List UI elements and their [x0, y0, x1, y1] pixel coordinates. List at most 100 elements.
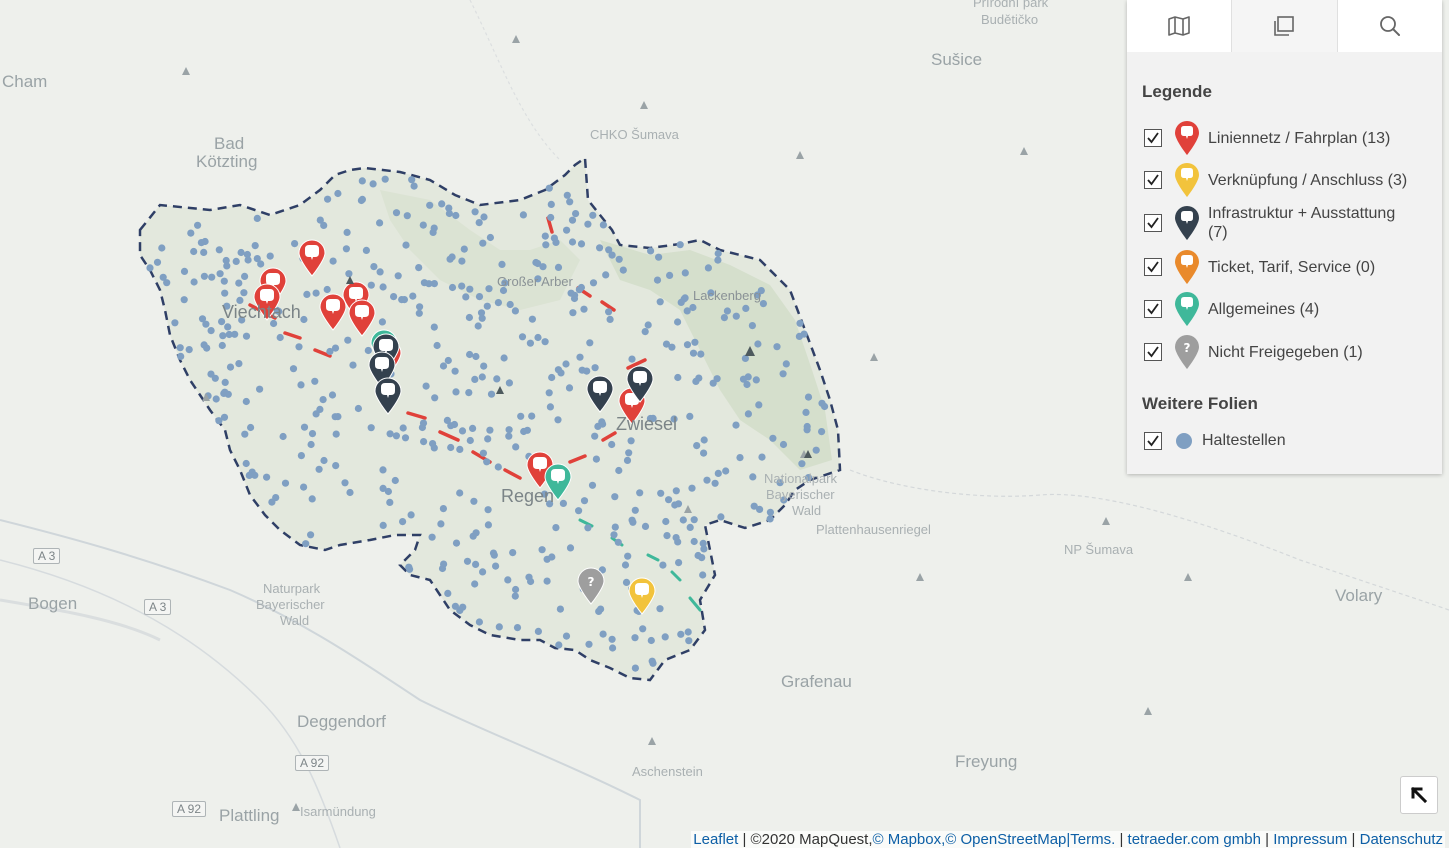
- stop-dot[interactable]: [494, 299, 502, 307]
- terms-link[interactable]: |Terms.: [1066, 831, 1115, 848]
- stop-dot[interactable]: [655, 253, 663, 261]
- stop-dot[interactable]: [478, 373, 486, 381]
- stop-dot[interactable]: [554, 263, 563, 271]
- stop-dot[interactable]: [608, 251, 616, 259]
- stop-dot[interactable]: [700, 449, 708, 457]
- stop-dot[interactable]: [486, 233, 494, 242]
- map-marker[interactable]: [586, 375, 614, 413]
- checkbox[interactable]: [1144, 343, 1162, 361]
- stop-dot[interactable]: [456, 489, 464, 497]
- stop-dot[interactable]: [146, 264, 154, 272]
- datenschutz-link[interactable]: Datenschutz: [1360, 831, 1443, 848]
- stop-dot[interactable]: [599, 221, 608, 229]
- stop-dot[interactable]: [207, 327, 215, 335]
- stop-dot[interactable]: [466, 436, 474, 445]
- stop-dot[interactable]: [692, 377, 700, 385]
- stop-dot[interactable]: [251, 242, 259, 250]
- layer-row-haltestellen[interactable]: Haltestellen: [1144, 432, 1286, 450]
- stop-dot[interactable]: [580, 305, 588, 313]
- stop-dot[interactable]: [526, 339, 535, 347]
- stop-dot[interactable]: [547, 200, 555, 208]
- stop-dot[interactable]: [552, 524, 560, 532]
- stop-dot[interactable]: [394, 272, 402, 280]
- stop-dot[interactable]: [263, 473, 271, 481]
- stop-dot[interactable]: [567, 289, 575, 297]
- stop-dot[interactable]: [577, 240, 586, 248]
- stop-dot[interactable]: [555, 641, 563, 649]
- stop-dot[interactable]: [750, 502, 758, 510]
- stop-dot[interactable]: [717, 513, 725, 521]
- stop-dot[interactable]: [223, 262, 231, 270]
- stop-dot[interactable]: [477, 309, 486, 317]
- stop-dot[interactable]: [754, 340, 762, 348]
- stop-dot[interactable]: [699, 539, 707, 548]
- stop-dot[interactable]: [602, 271, 610, 279]
- stop-dot[interactable]: [563, 226, 571, 234]
- stop-dot[interactable]: [500, 354, 508, 362]
- tab-search[interactable]: [1337, 0, 1442, 52]
- stop-dot[interactable]: [548, 373, 556, 382]
- stop-dot[interactable]: [480, 362, 488, 370]
- checkbox[interactable]: [1144, 214, 1162, 232]
- stop-dot[interactable]: [534, 627, 543, 636]
- stop-dot[interactable]: [244, 256, 252, 264]
- stop-dot[interactable]: [686, 523, 694, 532]
- stop-dot[interactable]: [303, 290, 311, 298]
- stop-dot[interactable]: [653, 276, 662, 284]
- stop-dot[interactable]: [307, 531, 315, 539]
- osm-link[interactable]: © OpenStreetMap: [945, 831, 1066, 848]
- stop-dot[interactable]: [226, 363, 235, 371]
- stop-dot[interactable]: [511, 592, 519, 600]
- stop-dot[interactable]: [490, 551, 498, 559]
- stop-dot[interactable]: [153, 258, 162, 266]
- impressum-link[interactable]: Impressum: [1273, 831, 1347, 848]
- stop-dot[interactable]: [599, 420, 607, 428]
- stop-dot[interactable]: [580, 497, 589, 505]
- stop-dot[interactable]: [631, 664, 640, 672]
- stop-dot[interactable]: [451, 367, 459, 375]
- stop-dot[interactable]: [240, 289, 248, 297]
- stop-dot[interactable]: [506, 300, 514, 309]
- stop-dot[interactable]: [624, 552, 632, 560]
- stop-dot[interactable]: [472, 352, 480, 361]
- stop-dot[interactable]: [545, 389, 553, 397]
- stop-dot[interactable]: [589, 279, 598, 287]
- stop-dot[interactable]: [605, 308, 613, 316]
- stop-dot[interactable]: [608, 440, 616, 449]
- stop-dot[interactable]: [723, 307, 732, 315]
- stop-dot[interactable]: [242, 459, 250, 468]
- stop-dot[interactable]: [459, 603, 467, 611]
- stop-dot[interactable]: [505, 426, 513, 434]
- stop-dot[interactable]: [163, 279, 171, 287]
- map-marker[interactable]: [374, 377, 402, 415]
- stop-dot[interactable]: [251, 471, 259, 479]
- stop-dot[interactable]: [422, 382, 430, 390]
- stop-dot[interactable]: [431, 394, 439, 402]
- mapbox-link[interactable]: © Mapbox,: [873, 831, 946, 848]
- stop-dot[interactable]: [475, 219, 483, 227]
- stop-dot[interactable]: [386, 430, 394, 438]
- stop-dot[interactable]: [541, 232, 549, 240]
- stop-dot[interactable]: [585, 640, 593, 648]
- stop-dot[interactable]: [779, 440, 788, 449]
- stop-dot[interactable]: [744, 373, 752, 381]
- stop-dot[interactable]: [494, 463, 502, 471]
- map-marker[interactable]: [348, 299, 376, 337]
- stop-dot[interactable]: [466, 350, 474, 359]
- stop-dot[interactable]: [190, 247, 198, 256]
- stop-dot[interactable]: [528, 315, 537, 323]
- stop-dot[interactable]: [766, 508, 775, 516]
- stop-dot[interactable]: [405, 563, 413, 571]
- stop-dot[interactable]: [625, 449, 633, 457]
- stop-dot[interactable]: [732, 421, 740, 429]
- stop-dot[interactable]: [627, 437, 635, 445]
- stop-dot[interactable]: [647, 247, 655, 255]
- stop-dot[interactable]: [683, 341, 692, 349]
- stop-dot[interactable]: [177, 352, 185, 360]
- stop-dot[interactable]: [782, 360, 790, 368]
- stop-dot[interactable]: [458, 257, 466, 265]
- stop-dot[interactable]: [623, 456, 632, 464]
- legend-row[interactable]: Allgemeines (4): [1144, 291, 1413, 327]
- stop-dot[interactable]: [433, 341, 441, 350]
- stop-dot[interactable]: [474, 322, 482, 330]
